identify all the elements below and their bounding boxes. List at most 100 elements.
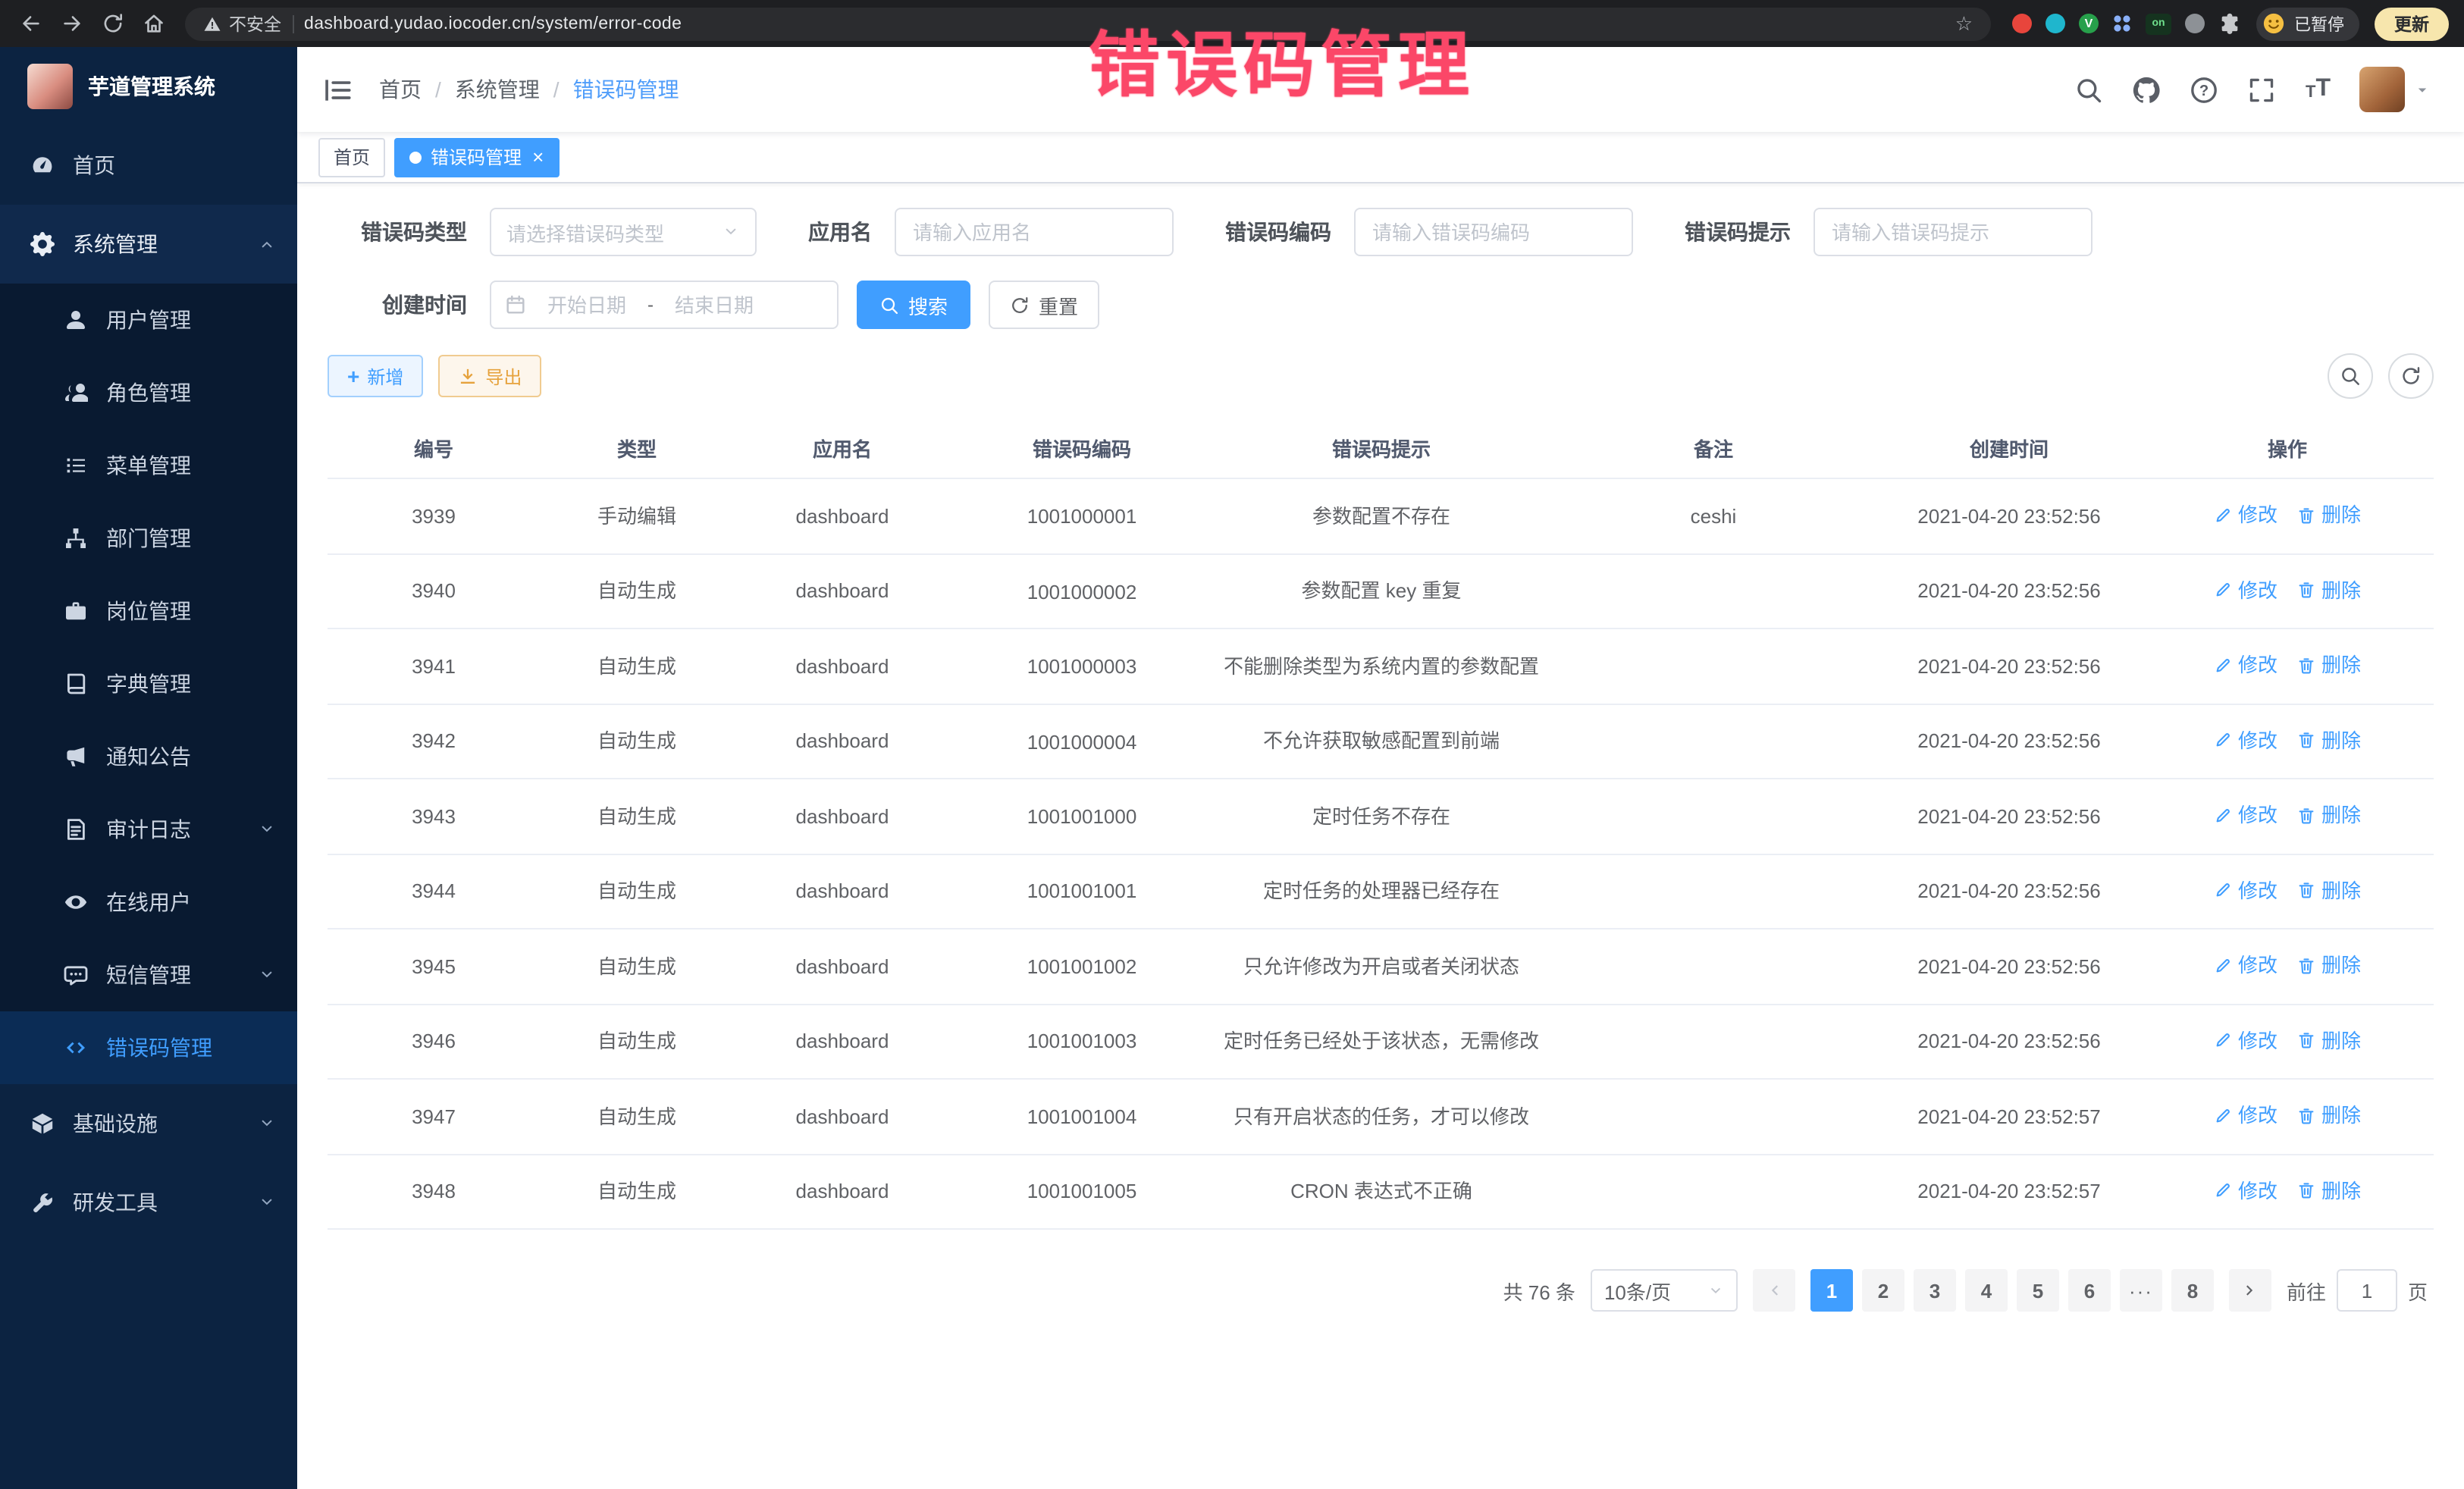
add-button[interactable]: + 新增	[328, 355, 423, 397]
pagination-page-2[interactable]: 2	[1862, 1269, 1904, 1312]
edit-link[interactable]: 修改	[2214, 574, 2277, 606]
main-area: 首页 / 系统管理 / 错误码管理 ? TT	[297, 47, 2464, 1489]
page-size-select[interactable]: 10条/页	[1591, 1269, 1738, 1312]
app-name-input[interactable]	[895, 208, 1174, 256]
delete-link[interactable]: 删除	[2297, 724, 2361, 756]
edit-link[interactable]: 修改	[2214, 1099, 2277, 1131]
hamburger-icon[interactable]	[321, 74, 353, 105]
filter-label-code: 错误码编码	[1225, 217, 1331, 247]
pagination-page-4[interactable]: 4	[1965, 1269, 2008, 1312]
search-button[interactable]: 搜索	[857, 281, 970, 329]
security-indicator[interactable]: 不安全	[203, 11, 281, 36]
edit-link[interactable]: 修改	[2214, 649, 2277, 681]
pagination-page-8[interactable]: 8	[2171, 1269, 2214, 1312]
sidebar-item-sms-management[interactable]: 短信管理	[0, 939, 297, 1011]
extension-icon-teal[interactable]	[2045, 14, 2065, 33]
breadcrumb-home[interactable]: 首页	[379, 74, 422, 105]
delete-label: 删除	[2321, 649, 2361, 681]
cell-remark	[1550, 553, 1877, 629]
address-bar[interactable]: 不安全 dashboard.yudao.iocoder.cn/system/er…	[185, 7, 1991, 40]
toggle-search-button[interactable]	[2328, 353, 2373, 399]
pagination-next-button[interactable]	[2229, 1269, 2271, 1312]
pagination-page-1[interactable]: 1	[1810, 1269, 1853, 1312]
table-row: 3945自动生成dashboard1001001002只允许修改为开启或者关闭状…	[328, 929, 2434, 1004]
edit-link[interactable]: 修改	[2214, 499, 2277, 531]
pagination-prev-button[interactable]	[1753, 1269, 1795, 1312]
sidebar-item-label: 通知公告	[106, 741, 276, 772]
fullscreen-icon[interactable]	[2248, 75, 2277, 104]
sidebar-item-post-management[interactable]: 岗位管理	[0, 575, 297, 647]
extensions-puzzle-icon[interactable]	[2218, 12, 2241, 35]
tab-home[interactable]: 首页	[318, 137, 385, 177]
sidebar-item-infrastructure[interactable]: 基础设施	[0, 1084, 297, 1163]
goto-page-input[interactable]	[2337, 1269, 2397, 1312]
edit-icon	[2214, 1031, 2232, 1049]
sidebar-item-label: 短信管理	[106, 960, 258, 990]
cell-app: dashboard	[734, 854, 951, 929]
error-code-input[interactable]	[1354, 208, 1633, 256]
delete-link[interactable]: 删除	[2297, 874, 2361, 906]
sidebar-item-error-code-management[interactable]: 错误码管理	[0, 1011, 297, 1084]
end-date-input[interactable]	[661, 293, 767, 316]
export-button[interactable]: 导出	[438, 355, 541, 397]
sidebar-item-online-users[interactable]: 在线用户	[0, 866, 297, 939]
delete-link[interactable]: 删除	[2297, 574, 2361, 606]
home-button[interactable]	[135, 5, 173, 42]
tab-error-code[interactable]: 错误码管理×	[394, 137, 559, 177]
edit-link[interactable]: 修改	[2214, 799, 2277, 831]
sidebar-item-dict-management[interactable]: 字典管理	[0, 647, 297, 720]
sidebar-item-user-management[interactable]: 用户管理	[0, 284, 297, 356]
bookmark-star-icon[interactable]: ☆	[1955, 14, 1973, 33]
github-icon[interactable]	[2133, 75, 2161, 104]
sidebar-item-dev-tools[interactable]: 研发工具	[0, 1163, 297, 1242]
sidebar-item-notice-management[interactable]: 通知公告	[0, 720, 297, 793]
edit-link[interactable]: 修改	[2214, 1024, 2277, 1056]
reload-button[interactable]	[94, 5, 132, 42]
error-type-select[interactable]: 请选择错误码类型	[490, 208, 757, 256]
forward-button[interactable]	[53, 5, 91, 42]
reset-button[interactable]: 重置	[989, 281, 1099, 329]
url-text[interactable]: dashboard.yudao.iocoder.cn/system/error-…	[304, 14, 682, 33]
extension-icon-red[interactable]	[2012, 14, 2032, 33]
breadcrumb-system[interactable]: 系统管理	[455, 74, 540, 105]
edit-link[interactable]: 修改	[2214, 1174, 2277, 1206]
delete-link[interactable]: 删除	[2297, 799, 2361, 831]
delete-link[interactable]: 删除	[2297, 1174, 2361, 1206]
delete-link[interactable]: 删除	[2297, 499, 2361, 531]
extension-icon-gray[interactable]	[2185, 14, 2205, 33]
back-button[interactable]	[12, 5, 50, 42]
sidebar-item-menu-management[interactable]: 菜单管理	[0, 429, 297, 502]
avatar[interactable]	[2359, 67, 2405, 112]
search-icon[interactable]	[2075, 75, 2104, 104]
extension-icon-green[interactable]: V	[2079, 14, 2099, 33]
sidebar-item-role-management[interactable]: 角色管理	[0, 356, 297, 429]
delete-link[interactable]: 删除	[2297, 1099, 2361, 1131]
start-date-input[interactable]	[534, 293, 640, 316]
sidebar-item-audit-log[interactable]: 审计日志	[0, 793, 297, 866]
sidebar-item-system-management[interactable]: 系统管理	[0, 205, 297, 284]
pagination-more-button[interactable]: ···	[2120, 1269, 2162, 1312]
edit-link[interactable]: 修改	[2214, 874, 2277, 906]
pagination-page-5[interactable]: 5	[2017, 1269, 2059, 1312]
extension-icon-grid[interactable]	[2112, 14, 2132, 33]
error-msg-input[interactable]	[1814, 208, 2093, 256]
edit-link[interactable]: 修改	[2214, 949, 2277, 981]
edit-icon	[2214, 656, 2232, 674]
sidebar-item-dept-management[interactable]: 部门管理	[0, 502, 297, 575]
delete-link[interactable]: 删除	[2297, 949, 2361, 981]
edit-link[interactable]: 修改	[2214, 724, 2277, 756]
delete-link[interactable]: 删除	[2297, 649, 2361, 681]
tab-close-icon[interactable]: ×	[532, 147, 544, 167]
delete-link[interactable]: 删除	[2297, 1024, 2361, 1056]
user-menu[interactable]	[2359, 67, 2431, 112]
font-size-icon[interactable]: TT	[2306, 77, 2331, 102]
help-icon[interactable]: ?	[2190, 75, 2219, 104]
refresh-table-button[interactable]	[2388, 353, 2434, 399]
extension-icon-on[interactable]: on	[2146, 13, 2171, 34]
date-range-picker[interactable]: -	[490, 281, 839, 329]
update-button[interactable]: 更新	[2375, 7, 2449, 40]
pagination-page-6[interactable]: 6	[2068, 1269, 2111, 1312]
pagination-page-3[interactable]: 3	[1914, 1269, 1956, 1312]
sidebar-item-home[interactable]: 首页	[0, 126, 297, 205]
profile-button[interactable]: 已暂停	[2256, 7, 2359, 40]
